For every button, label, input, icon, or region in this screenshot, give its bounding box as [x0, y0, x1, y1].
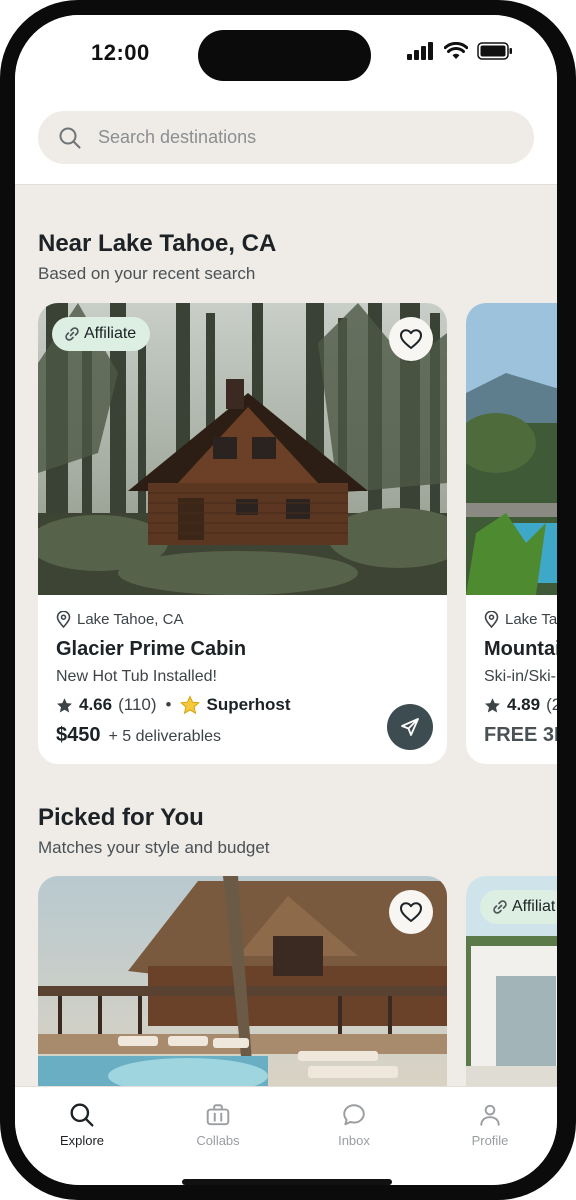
tab-label: Profile [471, 1133, 509, 1148]
search-bar[interactable] [38, 111, 534, 164]
listing-location: Lake Ta [484, 611, 557, 628]
dynamic-island [198, 30, 371, 81]
location-text: Lake Tahoe, CA [77, 611, 184, 628]
listing-photo: Affiliate [38, 303, 447, 595]
favorite-button[interactable] [389, 890, 433, 934]
wifi-icon [444, 42, 468, 59]
share-button[interactable] [387, 704, 433, 750]
price-value: $450 [56, 724, 101, 746]
heart-icon [400, 329, 422, 349]
lodge-pool-photo [38, 876, 447, 1086]
section-subtitle: Matches your style and budget [38, 838, 270, 857]
search-icon [70, 1103, 94, 1127]
affiliate-badge-label: Affiliate [84, 325, 137, 342]
listing-title: Mountai [484, 638, 557, 660]
section-title: Near Lake Tahoe, CA [38, 230, 277, 257]
price-value: FREE 3D [484, 724, 557, 746]
tab-label: Inbox [338, 1133, 370, 1148]
listing-title: Glacier Prime Cabin [56, 638, 247, 660]
tab-inbox[interactable]: Inbox [304, 1102, 404, 1148]
listing-card[interactable]: Lake Ta Mountai Ski-in/Ski- 4.89 (2 FREE… [466, 303, 557, 764]
location-pin-icon [484, 611, 499, 628]
search-input[interactable] [98, 127, 498, 148]
home-indicator[interactable] [182, 1179, 392, 1185]
listing-card[interactable]: Affiliate Lake Tahoe, CA Glacier Prime C… [38, 303, 447, 764]
tab-profile[interactable]: Profile [440, 1102, 540, 1148]
listing-location: Lake Tahoe, CA [56, 611, 429, 628]
listing-photo [466, 303, 557, 595]
heart-icon [400, 902, 422, 922]
listing-details: Lake Ta Mountai Ski-in/Ski- 4.89 (2 FREE… [466, 595, 557, 764]
favorite-button[interactable] [389, 317, 433, 361]
status-bar: 12:00 [15, 15, 557, 99]
status-time: 12:00 [91, 40, 150, 65]
star-icon [57, 697, 72, 712]
listing-photo: Affiliat [466, 876, 557, 1086]
mountain-pool-photo [466, 303, 557, 595]
listing-photo [38, 876, 447, 1086]
listing-price: $450 + 5 deliverables [56, 724, 429, 747]
listing-details: Lake Tahoe, CA Glacier Prime Cabin New H… [38, 595, 447, 764]
person-icon [480, 1104, 500, 1126]
separator-dot: • [165, 695, 172, 714]
link-icon [493, 900, 507, 914]
status-icons [407, 42, 513, 60]
review-count: (110) [118, 695, 157, 714]
listing-description: Ski-in/Ski- [484, 668, 557, 685]
cellular-signal-icon [407, 42, 433, 60]
listing-rating: 4.89 (2 [484, 695, 557, 715]
chat-bubble-icon [343, 1104, 365, 1126]
location-pin-icon [56, 611, 71, 628]
tab-label: Explore [59, 1133, 105, 1148]
briefcase-icon [206, 1104, 230, 1126]
review-count: (2 [546, 695, 557, 714]
listing-description: New Hot Tub Installed! [56, 668, 217, 685]
location-text: Lake Ta [505, 611, 557, 628]
affiliate-badge: Affiliat [480, 890, 557, 924]
deliverables-text: + 5 deliverables [108, 728, 222, 745]
tab-explore[interactable]: Explore [32, 1102, 132, 1148]
listing-price: FREE 3D [484, 724, 557, 747]
rating-value: 4.89 [507, 695, 541, 714]
section-subtitle: Based on your recent search [38, 264, 256, 283]
listing-card[interactable] [38, 876, 447, 1086]
battery-icon [477, 42, 512, 60]
superhost-star-icon [180, 695, 201, 715]
tab-bar: Explore Collabs Inbox Profile [15, 1086, 557, 1185]
rating-value: 4.66 [79, 695, 113, 714]
listing-card[interactable]: Affiliat [466, 876, 557, 1086]
tab-label: Collabs [196, 1133, 240, 1148]
star-icon [485, 697, 500, 712]
send-icon [401, 718, 419, 736]
app-screen: 12:00 Search destinations Near Lake Taho… [15, 15, 557, 1185]
affiliate-badge: Affiliate [52, 317, 151, 351]
explore-feed[interactable]: Near Lake Tahoe, CA Based on your recent… [15, 186, 557, 1086]
tab-collabs[interactable]: Collabs [168, 1102, 268, 1148]
link-icon [65, 327, 79, 341]
section-title: Picked for You [38, 804, 204, 831]
search-header [15, 99, 557, 185]
phone-frame: 12:00 Search destinations Near Lake Taho… [0, 0, 576, 1200]
search-icon [59, 127, 81, 148]
superhost-label: Superhost [206, 695, 291, 714]
listing-rating: 4.66 (110) • Superhost [56, 695, 429, 715]
affiliate-badge-label: Affiliat [512, 898, 556, 915]
